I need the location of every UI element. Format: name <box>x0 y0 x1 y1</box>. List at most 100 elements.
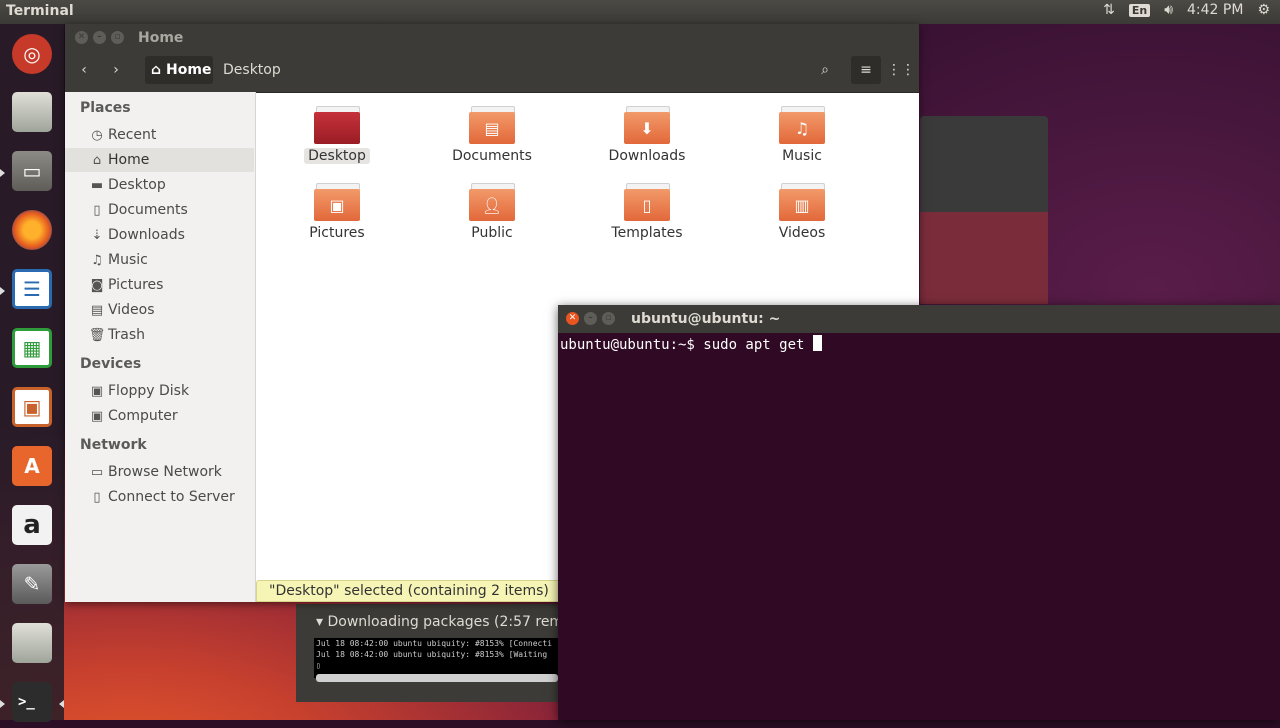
close-icon[interactable]: ✕ <box>75 31 88 44</box>
writer-launcher[interactable]: ☰ <box>6 263 58 315</box>
spreadsheet-icon: ▦ <box>12 328 52 368</box>
maximize-icon[interactable]: ▫ <box>602 312 615 325</box>
sidebar-item-browse-network[interactable]: ▭ Browse Network <box>65 460 254 484</box>
sidebar-item-label: Music <box>108 252 148 268</box>
system-settings-launcher[interactable]: ✎ <box>6 558 58 610</box>
files-titlebar[interactable]: ✕ – ▫ Home <box>65 24 919 52</box>
network-computer-icon: ▭ <box>90 464 104 480</box>
folder-label: Videos <box>778 225 826 241</box>
sidebar-item-pictures[interactable]: ◙ Pictures <box>65 273 254 297</box>
sidebar-item-label: Documents <box>108 202 188 218</box>
terminal-titlebar[interactable]: ✕ – ▫ ubuntu@ubuntu: ~ <box>558 305 1280 333</box>
clock-icon: ◷ <box>91 127 103 143</box>
sidebar-item-label: Recent <box>108 127 157 143</box>
gear-icon[interactable]: ⚙ <box>1257 2 1270 18</box>
music-icon: ♫ <box>91 252 103 268</box>
terminal-cursor <box>812 335 822 351</box>
sidebar-item-documents[interactable]: ▯ Documents <box>65 198 254 222</box>
network-icon[interactable]: ⇅ <box>1103 2 1115 18</box>
shopping-bag-icon: A <box>12 446 52 486</box>
devices-heading: Devices <box>80 356 142 372</box>
sidebar-item-videos[interactable]: ▤ Videos <box>65 298 254 322</box>
downloads-folder-icon: ⬇ <box>624 106 670 144</box>
installer-launcher-2[interactable] <box>6 617 58 669</box>
system-tray: ⇅ En 🔊︎ 4:42 PM ⚙ <box>1103 2 1270 18</box>
sidebar-item-label: Desktop <box>108 177 166 193</box>
minimize-icon[interactable]: – <box>93 31 106 44</box>
terminal-launcher[interactable]: >_ <box>6 676 58 728</box>
terminal-command-text: ubuntu@ubuntu:~$ sudo apt get <box>560 337 813 353</box>
breadcrumb-home[interactable]: ⌂ Home <box>145 56 213 84</box>
installer-launcher[interactable] <box>6 86 58 138</box>
sidebar-item-floppy[interactable]: ▣ Floppy Disk <box>65 379 254 403</box>
desktop-folder-icon <box>314 106 360 144</box>
writer-document-icon: ☰ <box>12 269 52 309</box>
menu-button[interactable]: ≡ <box>851 56 881 84</box>
wrench-gear-icon: ✎ <box>12 564 52 604</box>
folder-item-videos[interactable]: ▥ Videos <box>737 183 867 241</box>
server-icon: ▯ <box>93 489 101 505</box>
hamburger-menu-icon: ≡ <box>860 62 872 78</box>
network-heading: Network <box>80 437 147 453</box>
minimize-icon[interactable]: – <box>584 312 597 325</box>
chevron-right-icon: › <box>113 62 119 78</box>
terminal-icon: >_ <box>12 682 52 722</box>
sidebar-item-desktop[interactable]: ▬ Desktop <box>65 173 254 197</box>
terminal-window[interactable]: ✕ – ▫ ubuntu@ubuntu: ~ ubuntu@ubuntu:~$ … <box>558 305 1280 720</box>
keyboard-layout-indicator[interactable]: En <box>1128 3 1151 17</box>
volume-icon[interactable]: 🔊︎ <box>1164 2 1173 18</box>
forward-button[interactable]: › <box>103 56 129 84</box>
breadcrumb-desktop[interactable]: Desktop <box>223 62 281 78</box>
terminal-prompt-line[interactable]: ubuntu@ubuntu:~$ sudo apt get <box>560 335 822 353</box>
firefox-icon <box>12 210 52 250</box>
sidebar-item-recent[interactable]: ◷ Recent <box>65 123 254 147</box>
installer-icon <box>12 92 52 132</box>
files-launcher[interactable]: ▭ <box>6 145 58 197</box>
public-folder-icon: 👤︎ <box>469 183 515 221</box>
document-icon: ▯ <box>93 202 101 218</box>
folder-item-documents[interactable]: ▤ Documents <box>427 106 557 164</box>
sidebar-item-computer[interactable]: ▣ Computer <box>65 404 254 428</box>
folder-item-downloads[interactable]: ⬇ Downloads <box>582 106 712 164</box>
launcher: ◎ ▭ ☰ ▦ ▣ A a ✎ >_ <box>0 24 64 722</box>
calc-launcher[interactable]: ▦ <box>6 322 58 374</box>
impress-launcher[interactable]: ▣ <box>6 381 58 433</box>
clock[interactable]: 4:42 PM <box>1187 2 1243 18</box>
ubuntu-dash-button[interactable]: ◎ <box>6 28 58 80</box>
background-window-panel <box>920 212 1048 304</box>
folder-item-music[interactable]: ♫ Music <box>737 106 867 164</box>
sidebar-item-trash[interactable]: 🗑︎ Trash <box>65 323 254 347</box>
folder-item-desktop[interactable]: Desktop <box>272 106 402 164</box>
sidebar-item-home[interactable]: ⌂ Home <box>65 148 254 172</box>
film-icon: ▤ <box>90 302 104 318</box>
folder-item-public[interactable]: 👤︎ Public <box>427 183 557 241</box>
sidebar-item-connect-server[interactable]: ▯ Connect to Server <box>65 485 254 509</box>
videos-folder-icon: ▥ <box>779 183 825 221</box>
file-cabinet-icon: ▭ <box>12 151 52 191</box>
firefox-launcher[interactable] <box>6 204 58 256</box>
folder-label: Pictures <box>309 225 365 241</box>
background-window <box>920 116 1048 212</box>
back-button[interactable]: ‹ <box>71 56 97 84</box>
close-icon[interactable]: ✕ <box>566 312 579 325</box>
drive-icon: ▣ <box>90 408 104 424</box>
maximize-icon[interactable]: ▫ <box>111 31 124 44</box>
view-grid-button[interactable]: ⋮⋮ <box>887 56 915 84</box>
sidebar-item-label: Pictures <box>108 277 164 293</box>
amazon-launcher[interactable]: a <box>6 499 58 551</box>
sidebar-item-label: Videos <box>108 302 155 318</box>
sidebar-item-downloads[interactable]: ⇣ Downloads <box>65 223 254 247</box>
camera-icon: ◙ <box>90 277 104 293</box>
files-sidebar: Places ◷ Recent ⌂ Home ▬ Desktop ▯ Documents… <box>65 92 256 602</box>
sidebar-item-music[interactable]: ♫ Music <box>65 248 254 272</box>
folder-item-templates[interactable]: ▯ Templates <box>582 183 712 241</box>
pictures-folder-icon: ▣ <box>314 183 360 221</box>
folder-item-pictures[interactable]: ▣ Pictures <box>272 183 402 241</box>
installer-progress-header[interactable]: ▾ Downloading packages (2:57 rema <box>316 614 572 630</box>
sidebar-item-label: Home <box>108 152 150 168</box>
software-center-launcher[interactable]: A <box>6 440 58 492</box>
floppy-icon: ▣ <box>90 383 104 399</box>
search-button[interactable]: ⌕ <box>811 56 839 84</box>
installer-progress-bar <box>316 674 558 682</box>
folder-label: Templates <box>611 225 683 241</box>
